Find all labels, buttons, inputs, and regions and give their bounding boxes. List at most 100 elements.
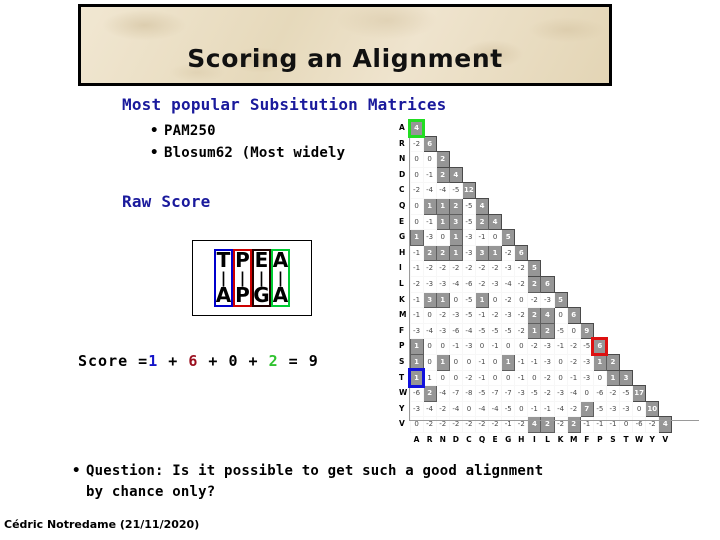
matrix-cell-empty [502, 152, 515, 168]
footer-author: Cédric Notredame (21/11/2020) [4, 518, 200, 531]
matrix-cell-empty [567, 292, 580, 308]
matrix-cell-empty [528, 245, 541, 261]
matrix-cell-M-D: -3 [448, 307, 463, 324]
matrix-cell-empty [646, 292, 659, 308]
matrix-cell-K-R: 3 [422, 291, 437, 309]
matrix-cell-empty [502, 214, 515, 230]
matrix-cell-empty [659, 214, 672, 230]
matrix-cell-W-S: -2 [605, 385, 621, 402]
matrix-cell-empty [462, 152, 475, 168]
matrix-cell-empty [646, 339, 659, 355]
matrix-cell-P-R: 0 [422, 338, 437, 355]
matrix-cell-empty [554, 152, 567, 168]
matrix-cell-empty [633, 339, 646, 355]
matrix-cell-C-R: -4 [422, 182, 437, 199]
matrix-cell-S-K: 0 [553, 353, 568, 371]
matrix-cell-empty [606, 198, 619, 214]
matrix-column-label-row: ARNDCQEGHILKMFPSTWYV [398, 432, 672, 447]
matrix-cell-K-N: 1 [435, 291, 450, 309]
matrix-cell-empty [541, 230, 554, 246]
matrix-cell-empty [606, 136, 619, 152]
matrix-cell-empty [567, 152, 580, 168]
matrix-cell-empty [620, 183, 633, 199]
matrix-cell-K-Q: 1 [474, 291, 490, 309]
matrix-cell-empty [646, 323, 659, 339]
matrix-col-label-Y: Y [649, 434, 655, 444]
matrix-col-label-Q: Q [478, 434, 486, 444]
matrix-cell-H-C: -3 [461, 244, 476, 262]
matrix-cell-G-C: -3 [461, 229, 476, 246]
matrix-col-label-H: H [518, 434, 525, 444]
matrix-cell-empty [633, 292, 646, 308]
matrix-cell-empty [489, 183, 502, 199]
matrix-col-label-R: R [426, 434, 433, 444]
matrix-cell-empty [606, 230, 619, 246]
matrix-cell-empty [554, 167, 567, 183]
matrix-cell-Y-D: -4 [448, 400, 463, 418]
matrix-cell-empty [659, 370, 672, 386]
matrix-corner-spacer [398, 432, 410, 447]
matrix-cell-I-C: -2 [461, 260, 476, 277]
matrix-cell-W-D: -7 [448, 385, 463, 402]
matrix-cell-empty [528, 198, 541, 214]
matrix-cell-empty [436, 121, 449, 137]
matrix-cell-empty [659, 245, 672, 261]
matrix-cell-Y-W: 0 [632, 400, 647, 418]
matrix-row: K -1 3 1 0 -5 1 0 -2 0 -2 -3 5 [398, 291, 672, 309]
matrix-cell-empty [620, 276, 633, 292]
matrix-cell-S-I: -1 [527, 353, 542, 371]
matrix-cell-empty [515, 167, 528, 183]
matrix-cell-P-C: -3 [461, 338, 476, 355]
matrix-cell-Y-S: -3 [605, 400, 621, 418]
matrix-cell-Y-H: 0 [514, 400, 529, 418]
matrix-cell-Q-Q: 4 [474, 197, 490, 215]
matrix-cell-empty [593, 261, 606, 277]
matrix-cell-F-N: -3 [435, 322, 450, 340]
matrix-cell-empty [541, 261, 554, 277]
matrix-cell-M-H: -2 [514, 307, 529, 324]
matrix-cell-empty [593, 214, 606, 230]
matrix-cell-T-F: -3 [579, 369, 594, 387]
matrix-cell-E-E: 4 [488, 213, 503, 231]
matrix-col-label-G: G [505, 434, 512, 444]
matrix-cell-P-I: -2 [527, 338, 542, 355]
matrix-cell-T-H: -1 [514, 369, 529, 387]
matrix-cell-M-R: 0 [422, 307, 437, 324]
matrix-cell-K-H: 0 [514, 291, 529, 309]
matrix-cell-T-T: 3 [618, 369, 634, 387]
matrix-cell-empty [633, 136, 646, 152]
matrix-cell-M-C: -5 [461, 307, 476, 324]
matrix-cell-F-H: -2 [514, 322, 529, 340]
matrix-cell-C-N: -4 [435, 182, 450, 199]
matrix-cell-R-R: 6 [422, 135, 437, 153]
matrix-cell-P-N: 0 [435, 338, 450, 355]
matrix-cell-empty [554, 183, 567, 199]
matrix-cell-P-G: 0 [501, 338, 516, 355]
score-term-4: 2 [268, 352, 279, 370]
matrix-cell-empty [502, 198, 515, 214]
matrix-cell-empty [580, 214, 593, 230]
matrix-cell-W-K: -3 [553, 385, 568, 402]
matrix-cell-empty [659, 136, 672, 152]
score-term-1: 1 [148, 352, 159, 370]
matrix-cell-G-Q: -1 [474, 229, 490, 246]
matrix-cell-F-G: -5 [501, 322, 516, 340]
matrix-cell-N-N: 2 [435, 151, 450, 168]
matrix-cell-F-M: 0 [566, 322, 581, 340]
matrix-cell-S-L: -3 [540, 353, 555, 371]
matrix-cell-empty [580, 245, 593, 261]
matrix-cell-empty [620, 308, 633, 324]
matrix-cell-I-R: -2 [422, 260, 437, 277]
matrix-cell-K-D: 0 [448, 291, 463, 309]
matrix-cell-empty [475, 152, 488, 168]
raw-score-heading: Raw Score [122, 192, 211, 211]
matrix-cell-empty [580, 183, 593, 199]
title-banner: Scoring an Alignment [78, 4, 612, 86]
matrix-cell-E-D: 3 [448, 213, 463, 231]
matrix-cell-empty [606, 276, 619, 292]
matrix-cell-H-A: -1 [409, 244, 424, 262]
matrix-cell-empty [659, 276, 672, 292]
matrix-cell-empty [580, 292, 593, 308]
matrix-cell-empty [541, 167, 554, 183]
matrix-cell-empty [580, 167, 593, 183]
